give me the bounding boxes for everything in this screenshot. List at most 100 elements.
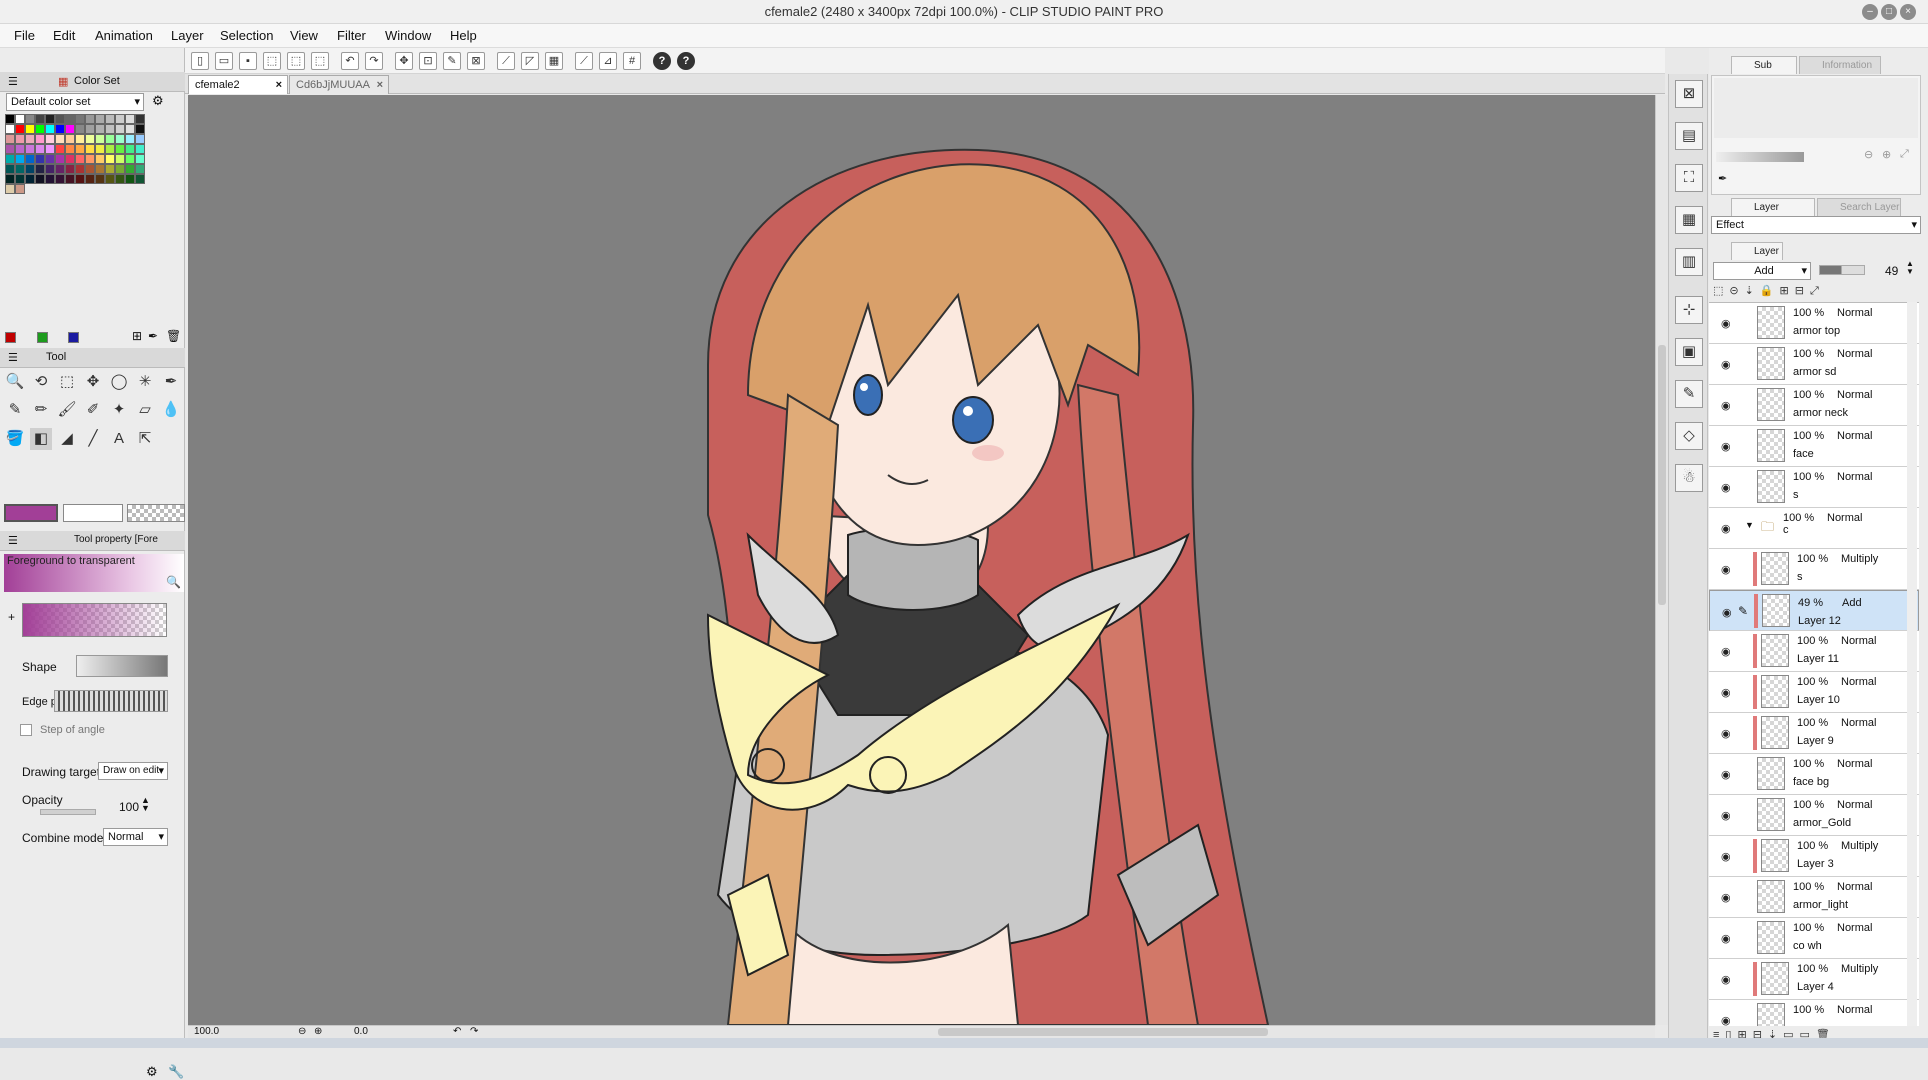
layer-row[interactable]: ◉ 100 % Normal armor_Gold	[1709, 795, 1919, 836]
pen-tool-icon[interactable]: ✎	[4, 399, 26, 421]
color-swatch[interactable]	[115, 134, 125, 144]
color-swatch[interactable]	[35, 114, 45, 124]
color-swatch[interactable]	[95, 154, 105, 164]
visibility-eye-icon[interactable]: ◉	[1721, 481, 1731, 494]
color-swatch[interactable]	[105, 164, 115, 174]
color-swatch[interactable]	[115, 124, 125, 134]
blend-mode-select[interactable]: Add	[1713, 262, 1811, 280]
layer-thumbnail[interactable]	[1761, 962, 1789, 995]
color-swatch[interactable]	[115, 144, 125, 154]
layer-thumbnail[interactable]	[1757, 1003, 1785, 1026]
layer-row[interactable]: ◉ 100 % Normal armor top	[1709, 303, 1919, 344]
color-swatch[interactable]	[65, 154, 75, 164]
help-icon-2[interactable]: ?	[677, 52, 695, 70]
layer-thumbnail[interactable]	[1757, 880, 1785, 913]
layer-row[interactable]: ◉ 100 % Normal armor_light	[1709, 877, 1919, 918]
visibility-eye-icon[interactable]: ◉	[1721, 645, 1731, 658]
figure-tool-icon[interactable]: ◢	[56, 428, 78, 450]
color-swatch[interactable]	[105, 114, 115, 124]
main-color-chip[interactable]	[4, 504, 58, 522]
visibility-eye-icon[interactable]: ◉	[1721, 727, 1731, 740]
color-swatch[interactable]	[25, 144, 35, 154]
color-swatch[interactable]	[35, 134, 45, 144]
redo-icon[interactable]: ↷	[365, 52, 383, 70]
3d-icon[interactable]: ◇	[1675, 422, 1703, 450]
save-icon[interactable]: ▪	[239, 52, 257, 70]
opacity-value[interactable]: 100	[119, 800, 139, 814]
color-swatch[interactable]	[55, 124, 65, 134]
recent-color-red[interactable]	[5, 332, 16, 343]
color-swatch-grid[interactable]	[5, 114, 175, 284]
visibility-eye-icon[interactable]: ◉	[1721, 686, 1731, 699]
color-swatch[interactable]	[115, 174, 125, 184]
color-swatch[interactable]	[25, 164, 35, 174]
mesh-icon[interactable]: ⊹	[1675, 296, 1703, 324]
layer-row[interactable]: ◉ 100 % Multiply s	[1709, 549, 1919, 590]
text-tool-icon[interactable]: A	[108, 428, 130, 450]
tab-layer-property[interactable]: Layer Property	[1731, 198, 1815, 231]
layer-thumbnail[interactable]	[1757, 429, 1785, 462]
material-icon[interactable]: ⛶	[1675, 164, 1703, 192]
layer-row[interactable]: ◉ 100 % Normal face	[1709, 426, 1919, 467]
layer-thumbnail[interactable]	[1757, 388, 1785, 421]
layer-thumbnail[interactable]	[1762, 594, 1790, 627]
visibility-eye-icon[interactable]: ◉	[1721, 809, 1731, 822]
transform-icon[interactable]: ✥	[395, 52, 413, 70]
rotate-right-icon[interactable]: ↷	[470, 1026, 478, 1037]
layer-row[interactable]: ◉ 100 % Normal Layer 9	[1709, 713, 1919, 754]
layer-row[interactable]: ◉ 100 % Normal	[1709, 1000, 1919, 1026]
auto-select-icon[interactable]: ✳	[134, 371, 156, 393]
close-tab-icon[interactable]: ×	[276, 76, 282, 94]
minimize-icon[interactable]: –	[1862, 4, 1878, 20]
color-swatch[interactable]	[95, 144, 105, 154]
layer-row[interactable]: ◉ 100 % Normal armor sd	[1709, 344, 1919, 385]
color-swatch[interactable]	[125, 124, 135, 134]
color-swatch[interactable]	[55, 144, 65, 154]
deselect-icon[interactable]: ⬚	[287, 52, 305, 70]
tab-cfemale2[interactable]: cfemale2 ×	[188, 75, 288, 94]
select-all-icon[interactable]: ⬚	[263, 52, 281, 70]
snap-grid-icon[interactable]: #	[623, 52, 641, 70]
layer-thumbnail[interactable]	[1761, 839, 1789, 872]
visibility-eye-icon[interactable]: ◉	[1721, 358, 1731, 371]
color-swatch[interactable]	[65, 174, 75, 184]
layer-row[interactable]: ◉ 100 % Normal Layer 10	[1709, 672, 1919, 713]
eyedropper-icon[interactable]: ✒	[1718, 172, 1727, 185]
color-swatch[interactable]	[75, 164, 85, 174]
color-swatch[interactable]	[25, 174, 35, 184]
zoom-tool-icon[interactable]: 🔍	[4, 371, 26, 393]
color-swatch[interactable]	[15, 134, 25, 144]
color-swatch[interactable]	[125, 144, 135, 154]
layer-list-scrollbar[interactable]	[1907, 302, 1917, 1026]
visibility-eye-icon[interactable]: ◉	[1721, 891, 1731, 904]
color-swatch[interactable]	[105, 174, 115, 184]
pose-icon[interactable]: ☃	[1675, 464, 1703, 492]
brush-tool-icon[interactable]: 🖌	[56, 399, 78, 421]
eyedropper-tool-icon[interactable]: ✒	[160, 371, 182, 393]
color-swatch[interactable]	[135, 124, 145, 134]
maximize-icon[interactable]: □	[1881, 4, 1897, 20]
fill-tool-icon[interactable]: 🪣	[4, 428, 26, 450]
menu-edit[interactable]: Edit	[53, 28, 75, 43]
visibility-eye-icon[interactable]: ◉	[1721, 399, 1731, 412]
color-swatch[interactable]	[125, 164, 135, 174]
menu-filter[interactable]: Filter	[337, 28, 366, 43]
invert-selection-icon[interactable]: ⬚	[311, 52, 329, 70]
color-swatch[interactable]	[105, 134, 115, 144]
color-swatch[interactable]	[35, 154, 45, 164]
undo-icon[interactable]: ↶	[341, 52, 359, 70]
color-swatch[interactable]	[15, 124, 25, 134]
layer-row[interactable]: ◉ 100 % Normal s	[1709, 467, 1919, 508]
perspective-icon[interactable]: ◸	[521, 52, 539, 70]
color-swatch[interactable]	[75, 174, 85, 184]
open-file-icon[interactable]: ▭	[215, 52, 233, 70]
visibility-eye-icon[interactable]: ◉	[1721, 1014, 1731, 1026]
layer-thumbnail[interactable]	[1757, 798, 1785, 831]
gradient-tool-icon[interactable]: ◧	[30, 428, 52, 450]
color-swatch[interactable]	[45, 114, 55, 124]
eyedropper-icon[interactable]: ✒	[148, 329, 158, 343]
operation-tool-icon[interactable]: ⬚	[56, 371, 78, 393]
layer-opacity-value[interactable]: 49	[1885, 264, 1898, 278]
color-swatch[interactable]	[15, 164, 25, 174]
snap-special-icon[interactable]: ⊿	[599, 52, 617, 70]
